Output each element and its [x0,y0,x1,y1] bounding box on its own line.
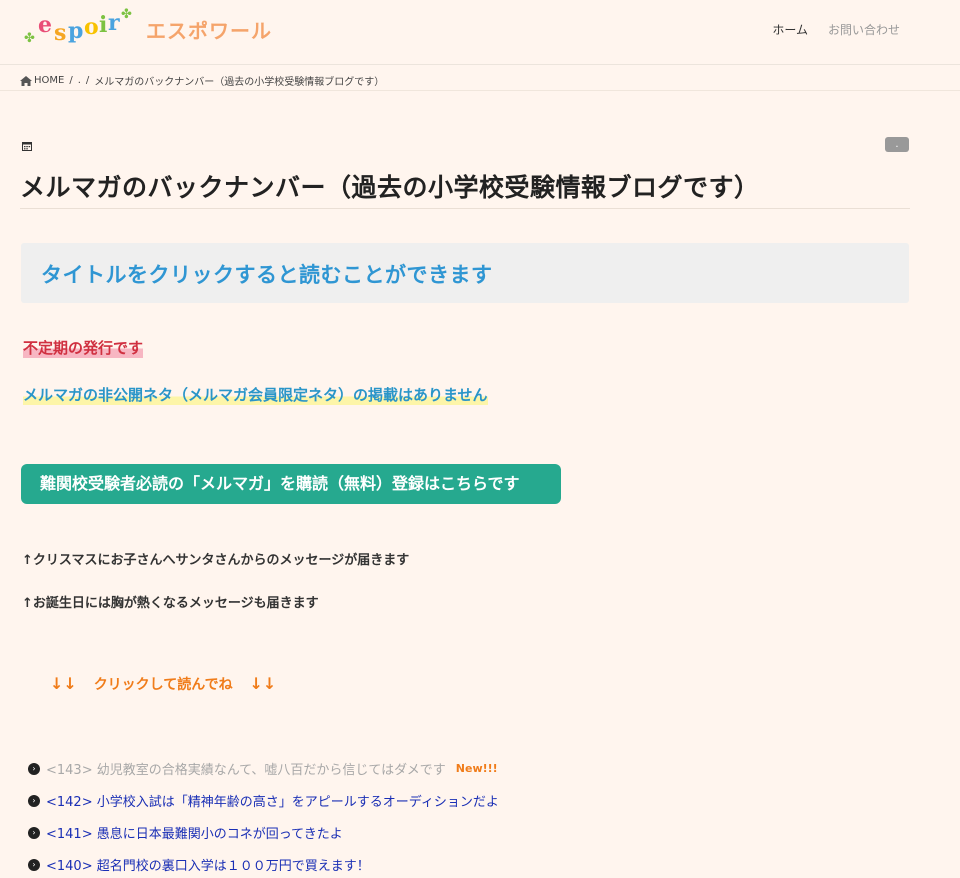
breadcrumb-category[interactable]: . [78,75,81,86]
home-icon [20,75,32,86]
site-name[interactable]: エスポワール [146,15,272,44]
logo-letter: i [99,12,108,38]
logo-letter: o [84,14,99,40]
chevron-right-icon: › [28,794,40,807]
site-logo[interactable]: ✤ e s p o i r ✤ [24,8,136,50]
subscribe-button[interactable]: 難関校受験者必読の「メルマガ」を購読（無料）登録はこちらです [21,464,561,504]
lead-heading: タイトルをクリックすると読むことができます [41,263,493,287]
click-hint: ↓↓ クリックして読んでね ↓↓ [50,674,276,694]
nav-contact[interactable]: お問い合わせ [828,21,900,38]
issue-link[interactable]: <143> 幼児教室の合格実績なんて、嘘八百だから信じてはダメです [46,759,446,778]
page-title: メルマガのバックナンバー（過去の小学校受験情報ブログです） [20,173,760,202]
birthday-message-note: ↑お誕生日には胸が熱くなるメッセージも届きます [22,596,319,611]
breadcrumb-current: メルマガのバックナンバー（過去の小学校受験情報ブログです） [94,77,385,88]
breadcrumb-separator: / [85,75,90,86]
list-item: › <143> 幼児教室の合格実績なんて、嘘八百だから信じてはダメです New!… [28,759,498,778]
logo-letter: r [108,10,120,36]
calendar-icon [22,142,32,151]
issue-link[interactable]: <140> 超名門校の裏口入学は１００万円で買えます！ [46,855,370,874]
logo-letter: e [38,12,52,38]
chevron-right-icon: › [28,762,40,775]
private-content-notice: メルマガの非公開ネタ（メルマガ会員限定ネタ）の掲載はありません [23,384,488,405]
main-nav: ホーム お問い合わせ [772,21,900,38]
breadcrumb: HOME / . / メルマガのバックナンバー（過去の小学校受験情報ブログです） [20,73,384,88]
lead-box: タイトルをクリックすると読むことができます [21,243,909,303]
logo-letter: s [54,20,67,46]
clover-icon: ✤ [121,7,132,22]
list-item: › <140> 超名門校の裏口入学は１００万円で買えます！ [28,855,370,874]
logo-letter: p [68,18,84,44]
list-item: › <142> 小学校入試は「精神年齢の高さ」をアピールするオーディションだよ [28,791,499,810]
down-arrows-icon: ↓↓ [50,674,77,693]
click-hint-text: クリックして読んでね [93,677,233,693]
breadcrumb-home[interactable]: HOME [34,75,64,86]
category-badge[interactable]: . [885,137,909,152]
clover-icon: ✤ [24,31,35,46]
issue-link[interactable]: <142> 小学校入試は「精神年齢の高さ」をアピールするオーディションだよ [46,791,499,810]
nav-home[interactable]: ホーム [772,21,808,38]
title-divider [20,208,910,209]
christmas-message-note: ↑クリスマスにお子さんへサンタさんからのメッセージが届きます [22,553,410,568]
breadcrumb-separator: / [69,75,73,86]
down-arrows-icon: ↓↓ [249,674,277,693]
chevron-right-icon: › [28,858,40,871]
new-badge: New!!! [455,762,498,775]
list-item: › <141> 愚息に日本最難関小のコネが回ってきたよ [28,823,343,842]
chevron-right-icon: › [28,826,40,839]
irregular-notice: 不定期の発行です [23,337,144,358]
issue-link[interactable]: <141> 愚息に日本最難関小のコネが回ってきたよ [46,823,343,842]
breadcrumb-divider [0,90,960,91]
site-header: ✤ e s p o i r ✤ エスポワール ホーム お問い合わせ [0,0,960,65]
